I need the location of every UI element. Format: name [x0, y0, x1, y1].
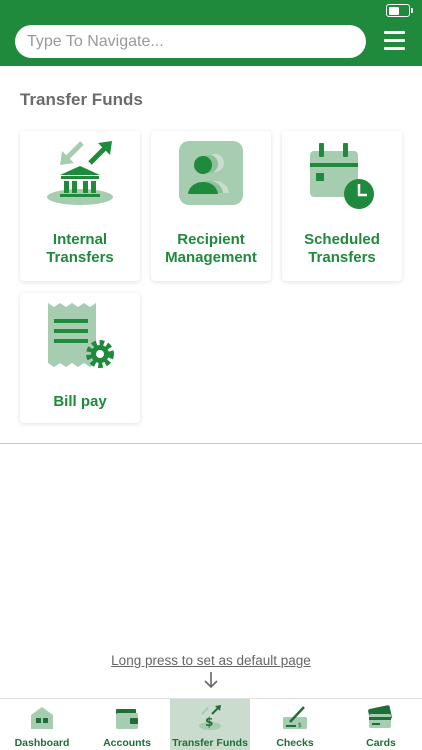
card-label: Scheduled: [304, 231, 380, 248]
divider: [0, 443, 422, 444]
hint-text: Long press to set as default page: [111, 653, 311, 668]
tab-label: Transfer Funds: [172, 737, 248, 749]
svg-text:$: $: [205, 715, 213, 729]
tab-label: Dashboard: [14, 737, 70, 749]
tab-checks[interactable]: $ Checks: [250, 699, 340, 750]
tab-accounts[interactable]: Accounts: [84, 699, 170, 750]
card-label: Transfers: [46, 249, 114, 266]
scheduled-transfers-card[interactable]: Scheduled Transfers: [282, 131, 402, 281]
header: [0, 22, 422, 66]
bill-pay-card[interactable]: Bill pay: [20, 293, 140, 423]
internal-transfers-card[interactable]: Internal Transfers: [20, 131, 140, 281]
transfer-funds-icon: $: [199, 705, 221, 730]
search-input[interactable]: [15, 25, 366, 58]
svg-text:$: $: [298, 722, 302, 729]
recipient-management-card[interactable]: Recipient Management: [151, 131, 271, 281]
section-title: Transfer Funds: [20, 90, 143, 109]
card-label: Management: [165, 249, 257, 266]
card-label: Bill pay: [53, 393, 107, 410]
card-label: Recipient: [177, 231, 245, 248]
battery-icon: [386, 4, 413, 17]
card-label: Internal: [52, 231, 108, 248]
dashboard-icon: [31, 707, 53, 729]
tab-label: Cards: [366, 737, 396, 749]
credit-card-icon: [368, 705, 392, 728]
check-pen-icon: $: [283, 706, 307, 729]
tab-dashboard[interactable]: Dashboard: [0, 699, 84, 750]
recipient-icon: [179, 141, 243, 205]
status-bar: [0, 0, 422, 22]
wallet-icon: [116, 709, 138, 729]
bottom-tab-bar: Dashboard Accounts $ Transfer Funds $ Ch…: [0, 698, 422, 750]
tab-cards[interactable]: Cards: [340, 699, 422, 750]
card-label: Transfers: [308, 249, 376, 266]
battery-level: [388, 6, 400, 15]
set-default-page-hint[interactable]: Long press to set as default page: [0, 653, 422, 668]
tab-label: Checks: [276, 737, 314, 749]
bill-gear-icon: [48, 303, 114, 368]
hamburger-menu-icon[interactable]: [384, 31, 405, 51]
tab-transfer-funds[interactable]: $ Transfer Funds: [170, 699, 250, 750]
calendar-clock-icon: [310, 143, 374, 209]
arrow-down-icon: [204, 672, 218, 689]
tab-label: Accounts: [103, 737, 151, 749]
bank-transfer-icon: [47, 141, 113, 205]
